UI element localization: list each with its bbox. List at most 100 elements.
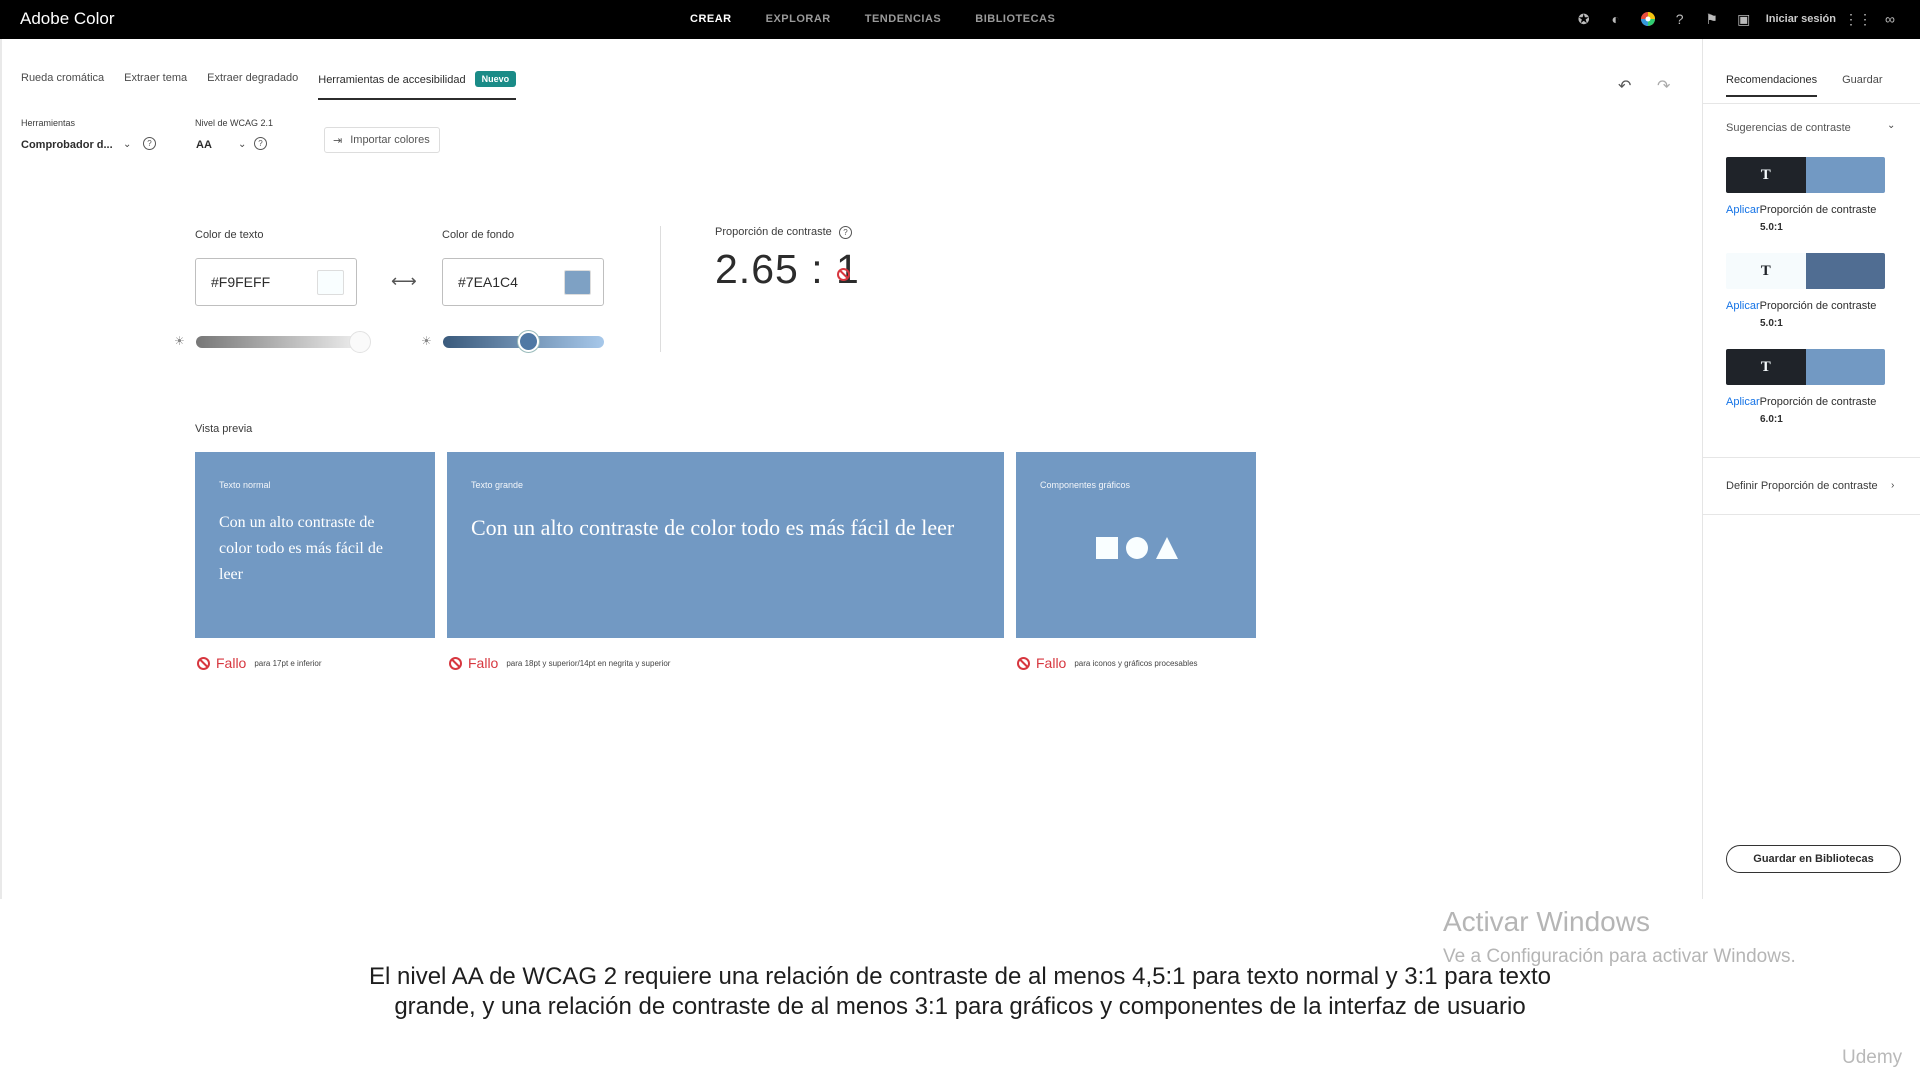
card-title: Texto grande [471, 480, 524, 490]
apply-link[interactable]: Aplicar [1726, 396, 1760, 408]
text-color-label: Color de texto [195, 229, 264, 241]
nav-explorar[interactable]: EXPLORAR [766, 13, 831, 25]
chevron-right-icon[interactable]: › [1891, 480, 1894, 491]
subtitle-line-1: El nivel AA de WCAG 2 requiere una relac… [369, 963, 1551, 990]
divider [1703, 514, 1920, 515]
feedback-icon[interactable]: ⚑ [1702, 9, 1722, 29]
divider [660, 226, 661, 352]
windows-watermark-title: Activar Windows [1443, 906, 1650, 937]
undo-icon[interactable]: ↶ [1618, 76, 1631, 96]
swap-colors-icon[interactable]: ⟷ [391, 271, 417, 292]
suggestion-ratio: 5.0:1 [1760, 222, 1783, 233]
suggestion-text-color: T [1726, 157, 1806, 193]
help-icon[interactable]: ? [1670, 9, 1690, 29]
brightness-icon: ☀ [174, 334, 185, 348]
suggestion-swatch-2[interactable]: T [1726, 253, 1885, 289]
apply-link[interactable]: Aplicar [1726, 300, 1760, 312]
contrast-label: Proporción de contraste [715, 226, 832, 238]
square-icon [1096, 537, 1118, 559]
creative-cloud-icon[interactable]: ∞ [1880, 9, 1900, 29]
main-nav: CREAR EXPLORAR TENDENCIAS BIBLIOTECAS [690, 13, 1055, 25]
suggestions-title[interactable]: Sugerencias de contraste [1726, 122, 1851, 134]
tab-accessibility-tools[interactable]: Herramientas de accesibilidad Nuevo [318, 71, 517, 100]
tab-color-wheel[interactable]: Rueda cromática [21, 72, 104, 100]
bg-color-swatch[interactable] [564, 269, 591, 295]
tab-accessibility-label: Herramientas de accesibilidad [318, 74, 466, 86]
new-badge: Nuevo [474, 71, 517, 87]
preview-card-large-text: Texto grande Con un alto contraste de co… [447, 452, 1004, 638]
apply-link[interactable]: Aplicar [1726, 204, 1760, 216]
status-detail: para iconos y gráficos procesables [1074, 658, 1198, 668]
tab-extract-theme[interactable]: Extraer tema [124, 72, 187, 100]
tab-save[interactable]: Guardar [1842, 74, 1882, 97]
brightness-icon: ☀ [421, 334, 432, 348]
divider [1703, 103, 1920, 104]
bg-color-field[interactable]: #7EA1C4 [442, 258, 604, 306]
suggestion-label: Proporción de contraste [1759, 396, 1877, 408]
wcag-dropdown[interactable]: AA [196, 139, 212, 151]
fail-icon [449, 656, 462, 670]
triangle-icon [1156, 537, 1178, 559]
status-detail: para 17pt e inferior [254, 658, 322, 668]
import-colors-button[interactable]: ⇥ Importar colores [324, 127, 440, 153]
status-normal-text: Fallo para 17pt e inferior [197, 655, 322, 671]
nav-tendencias[interactable]: TENDENCIAS [865, 13, 942, 25]
suggestion-ratio: 5.0:1 [1760, 318, 1783, 329]
bg-brightness-handle[interactable] [518, 331, 540, 352]
save-to-libraries-button[interactable]: Guardar en Bibliotecas [1726, 845, 1901, 873]
subtitle-line-2: grande, y una relación de contraste de a… [394, 993, 1526, 1020]
fail-icon [197, 656, 210, 670]
text-brightness-handle[interactable] [349, 331, 371, 353]
chat-icon[interactable]: ▣ [1734, 9, 1754, 29]
suggestion-caption-3: AplicarProporción de contraste [1726, 396, 1876, 408]
chevron-down-icon[interactable]: ⌄ [1887, 120, 1895, 131]
suggestion-ratio: 6.0:1 [1760, 414, 1783, 425]
help-icon[interactable]: ? [254, 137, 267, 150]
divider [1703, 457, 1920, 458]
text-brightness-slider[interactable] [196, 336, 360, 348]
suggestion-swatch-3[interactable]: T [1726, 349, 1885, 385]
bg-color-value: #7EA1C4 [458, 274, 518, 290]
color-wheel-icon[interactable] [1638, 9, 1658, 29]
redo-icon[interactable]: ↷ [1657, 76, 1670, 96]
preview-card-normal-text: Texto normal Con un alto contraste de co… [195, 452, 435, 638]
suggestion-swatch-1[interactable]: T [1726, 157, 1885, 193]
left-border [0, 39, 2, 899]
help-icon[interactable]: ? [839, 226, 852, 239]
status-label: Fallo [1036, 655, 1067, 671]
card-title: Texto normal [219, 480, 271, 490]
app-title[interactable]: Adobe Color [20, 9, 115, 29]
suggestion-bg-color [1805, 253, 1885, 289]
card-body: Con un alto contraste de color todo es m… [219, 514, 383, 583]
suggestion-caption-2: AplicarProporción de contraste [1726, 300, 1876, 312]
help-icon[interactable]: ? [143, 137, 156, 150]
suggestion-caption-1: AplicarProporción de contraste [1726, 204, 1876, 216]
nav-crear[interactable]: CREAR [690, 13, 732, 25]
tools-dropdown[interactable]: Comprobador d... [21, 139, 113, 151]
top-icons: ✪ ◐ ? ⚑ ▣ Iniciar sesión ⋮⋮ ∞ [1574, 9, 1900, 29]
text-color-field[interactable]: #F9FEFF [195, 258, 357, 306]
define-contrast-link[interactable]: Definir Proporción de contraste [1726, 480, 1878, 492]
import-icon: ⇥ [333, 134, 343, 147]
chevron-down-icon[interactable]: ⌄ [123, 139, 131, 150]
udemy-watermark: Udemy [1842, 1047, 1903, 1068]
suggestion-text-color: T [1726, 253, 1806, 289]
text-color-swatch[interactable] [317, 269, 344, 295]
status-graphics: Fallo para iconos y gráficos procesables [1017, 655, 1198, 671]
tab-recommendations[interactable]: Recomendaciones [1726, 74, 1818, 97]
tab-extract-gradient[interactable]: Extraer degradado [207, 72, 298, 100]
chevron-down-icon[interactable]: ⌄ [238, 139, 246, 150]
signin-link[interactable]: Iniciar sesión [1766, 13, 1836, 25]
nav-bibliotecas[interactable]: BIBLIOTECAS [975, 13, 1055, 25]
top-bar: Adobe Color CREAR EXPLORAR TENDENCIAS BI… [0, 0, 1920, 39]
fail-icon [1017, 656, 1030, 670]
text-color-value: #F9FEFF [211, 274, 271, 290]
moon-icon[interactable]: ◐ [1606, 9, 1626, 29]
apps-grid-icon[interactable]: ⋮⋮ [1844, 9, 1872, 29]
mode-tabs: Rueda cromática Extraer tema Extraer deg… [21, 71, 536, 100]
star-icon[interactable]: ✪ [1574, 9, 1594, 29]
fail-icon [837, 268, 850, 281]
wcag-label: Nivel de WCAG 2.1 [195, 118, 274, 128]
bg-color-label: Color de fondo [442, 229, 515, 241]
import-label: Importar colores [350, 134, 430, 146]
